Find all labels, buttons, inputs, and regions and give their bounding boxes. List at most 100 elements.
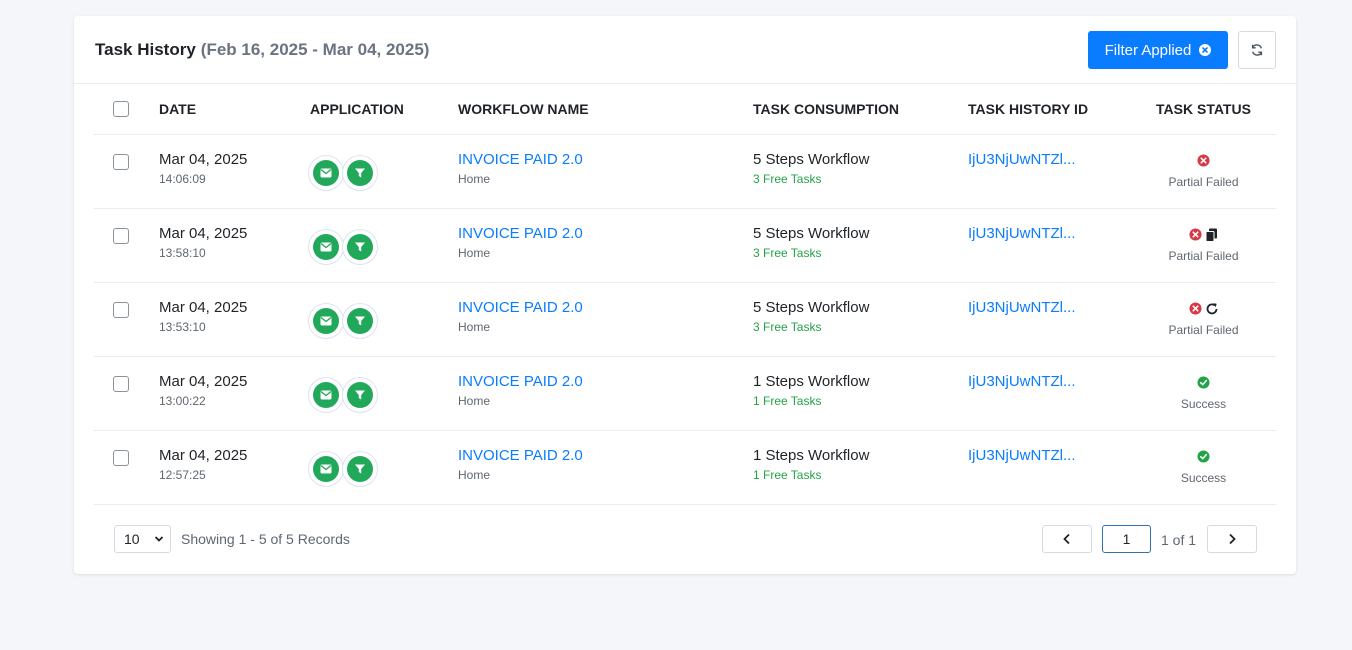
row-applications (308, 154, 458, 191)
row-date: Mar 04, 2025 (159, 224, 248, 242)
workflow-name-link[interactable]: INVOICE PAID 2.0 (458, 225, 753, 242)
email-app-badge (308, 376, 344, 413)
row-checkbox[interactable] (113, 227, 129, 244)
status-icons (1131, 301, 1276, 317)
status-badge: Success (1180, 396, 1227, 411)
row-date: Mar 04, 2025 (159, 298, 248, 316)
table-row: Mar 04, 2025 13:58:10 INVOICE PAID 2.0 Home… (94, 208, 1276, 283)
page-size-select[interactable]: 10 (114, 525, 171, 553)
failed-icon (1189, 228, 1202, 241)
status-badge: Partial Failed (1168, 174, 1239, 189)
clear-filter-icon[interactable] (1199, 44, 1212, 56)
free-tasks: 3 Free Tasks (753, 245, 822, 260)
filter-app-badge (342, 154, 378, 191)
task-history-id-link[interactable]: IjU3NjUwNTZl... (968, 225, 1131, 242)
row-date: Mar 04, 2025 (159, 372, 248, 390)
task-steps: 1 Steps Workflow (753, 372, 870, 390)
success-icon (1197, 376, 1210, 389)
workflow-name-link[interactable]: INVOICE PAID 2.0 (458, 373, 753, 390)
email-app-badge (308, 450, 344, 487)
task-history-id-link[interactable]: IjU3NjUwNTZl... (968, 151, 1131, 168)
table-header-row: DATE APPLICATION WORKFLOW NAME TASK CONS… (94, 84, 1276, 135)
refresh-button[interactable] (1238, 31, 1276, 69)
column-task-status: TASK STATUS (1131, 84, 1276, 135)
filter-icon (347, 381, 373, 408)
filter-applied-label: Filter Applied (1104, 41, 1192, 59)
row-checkbox[interactable] (113, 301, 129, 318)
card-header: Task History (Feb 16, 2025 - Mar 04, 202… (74, 16, 1296, 84)
success-icon (1197, 450, 1210, 463)
task-history-id-link[interactable]: IjU3NjUwNTZl... (968, 447, 1131, 464)
row-checkbox[interactable] (113, 153, 129, 170)
chevron-down-icon (154, 536, 164, 542)
task-history-id-link[interactable]: IjU3NjUwNTZl... (968, 299, 1131, 316)
refresh-icon (1251, 44, 1263, 56)
email-icon (313, 233, 339, 260)
column-application: APPLICATION (310, 84, 458, 135)
task-steps: 5 Steps Workflow (753, 150, 870, 168)
filter-app-badge (342, 302, 378, 339)
row-time: 13:00:22 (159, 393, 206, 408)
workflow-folder: Home (458, 393, 491, 408)
workflow-name-link[interactable]: INVOICE PAID 2.0 (458, 299, 753, 316)
table-footer: 10 Showing 1 - 5 of 5 Records 1 1 of 1 (114, 525, 1257, 553)
retry-icon[interactable] (1205, 302, 1219, 316)
filter-icon (347, 233, 373, 260)
records-summary: Showing 1 - 5 of 5 Records (181, 531, 350, 547)
table-row: Mar 04, 2025 13:53:10 INVOICE PAID 2.0 Home… (94, 282, 1276, 357)
task-history-table: DATE APPLICATION WORKFLOW NAME TASK CONS… (94, 84, 1276, 505)
row-time: 12:57:25 (159, 467, 206, 482)
page-of-label: 1 of 1 (1161, 532, 1197, 548)
row-checkbox[interactable] (113, 449, 129, 466)
row-time: 14:06:09 (159, 171, 206, 186)
email-icon (313, 381, 339, 408)
workflow-folder: Home (458, 245, 491, 260)
task-steps: 5 Steps Workflow (753, 224, 870, 242)
table-row: Mar 04, 2025 12:57:25 INVOICE PAID 2.0 Home… (94, 430, 1276, 505)
status-badge: Partial Failed (1168, 322, 1239, 337)
table-row: Mar 04, 2025 13:00:22 INVOICE PAID 2.0 Home… (94, 356, 1276, 431)
row-time: 13:53:10 (159, 319, 206, 334)
column-date: DATE (159, 84, 310, 135)
table-row: Mar 04, 2025 14:06:09 INVOICE PAID 2.0 Home… (94, 134, 1276, 209)
status-icons (1131, 449, 1276, 465)
filter-applied-button[interactable]: Filter Applied (1088, 31, 1228, 69)
email-app-badge (308, 228, 344, 265)
page-size-value: 10 (124, 531, 140, 547)
email-icon (313, 159, 339, 186)
row-applications (308, 376, 458, 413)
status-icons (1131, 153, 1276, 169)
free-tasks: 1 Free Tasks (753, 393, 822, 408)
workflow-name-link[interactable]: INVOICE PAID 2.0 (458, 151, 753, 168)
free-tasks: 3 Free Tasks (753, 171, 822, 186)
email-icon (313, 455, 339, 482)
column-task-history-id: TASK HISTORY ID (968, 84, 1131, 135)
task-history-id-link[interactable]: IjU3NjUwNTZl... (968, 373, 1131, 390)
free-tasks: 1 Free Tasks (753, 467, 822, 482)
workflow-name-link[interactable]: INVOICE PAID 2.0 (458, 447, 753, 464)
filter-icon (347, 455, 373, 482)
page-title: Task History (95, 39, 196, 59)
row-applications (308, 302, 458, 339)
page-number-input[interactable]: 1 (1102, 525, 1151, 553)
filter-icon (347, 159, 373, 186)
next-page-button[interactable] (1207, 525, 1257, 553)
row-date: Mar 04, 2025 (159, 150, 248, 168)
workflow-folder: Home (458, 319, 491, 334)
row-checkbox[interactable] (113, 375, 129, 392)
column-workflow-name: WORKFLOW NAME (458, 84, 753, 135)
task-steps: 1 Steps Workflow (753, 446, 870, 464)
date-range: (Feb 16, 2025 - Mar 04, 2025) (200, 39, 430, 59)
email-app-badge (308, 302, 344, 339)
row-applications (308, 450, 458, 487)
row-date: Mar 04, 2025 (159, 446, 248, 464)
select-all-checkbox[interactable] (113, 101, 129, 118)
chevron-right-icon (1229, 533, 1236, 545)
filter-app-badge (342, 450, 378, 487)
status-icons (1131, 375, 1276, 391)
copy-icon[interactable] (1205, 228, 1218, 242)
workflow-folder: Home (458, 467, 491, 482)
prev-page-button[interactable] (1042, 525, 1092, 553)
task-history-card: Task History (Feb 16, 2025 - Mar 04, 202… (74, 16, 1296, 574)
status-badge: Success (1180, 470, 1227, 485)
